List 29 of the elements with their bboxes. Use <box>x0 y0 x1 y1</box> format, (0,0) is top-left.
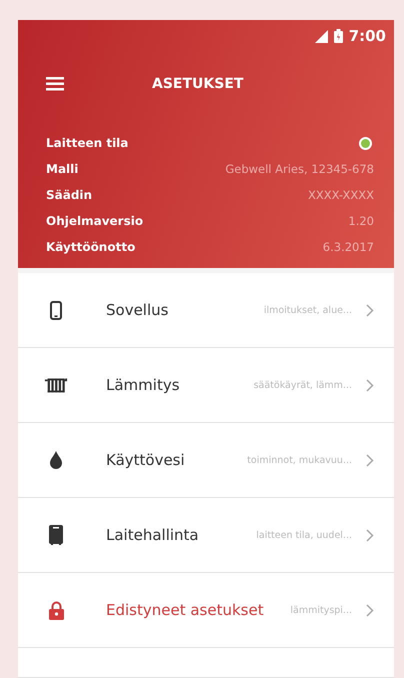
lock-icon <box>48 600 64 620</box>
info-label: Käyttöönotto <box>46 240 136 254</box>
info-label: Ohjelmaversio <box>46 214 144 228</box>
menu-item[interactable]: Käyttövesi toiminnot, mukavuu... <box>18 423 394 498</box>
radiator-icon <box>44 376 68 394</box>
battery-icon <box>334 29 343 43</box>
menu-item[interactable]: Lämmitys säätökäyrät, lämm... <box>18 348 394 423</box>
signal-icon <box>314 30 328 42</box>
info-label: Säädin <box>46 188 92 202</box>
info-value: XXXX-XXXX <box>308 188 374 202</box>
chevron-right-icon <box>366 454 374 466</box>
menu-item[interactable]: Edistyneet asetukset lämmityspi... <box>18 573 394 648</box>
menu-item[interactable]: Laitehallinta laitteen tila, uudel... <box>18 498 394 573</box>
page-title: ASETUKSET <box>152 76 244 92</box>
info-value: 6.3.2017 <box>322 240 374 254</box>
status-time: 7:00 <box>348 27 386 45</box>
chevron-right-icon <box>366 304 374 316</box>
water-drop-icon <box>49 451 63 469</box>
info-value: 1.20 <box>348 214 374 228</box>
device-icon <box>49 525 63 545</box>
phone-icon <box>50 300 62 320</box>
info-value: Gebwell Aries, 12345-678 <box>225 162 374 176</box>
menu-icon[interactable] <box>46 77 64 91</box>
chevron-right-icon <box>366 378 374 392</box>
chevron-right-icon <box>366 604 374 616</box>
chevron-right-icon <box>366 528 374 542</box>
menu-item[interactable]: Sovellus ilmoitukset, alue... <box>18 273 394 348</box>
info-label: Malli <box>46 162 78 176</box>
info-label: Laitteen tila <box>46 136 128 150</box>
